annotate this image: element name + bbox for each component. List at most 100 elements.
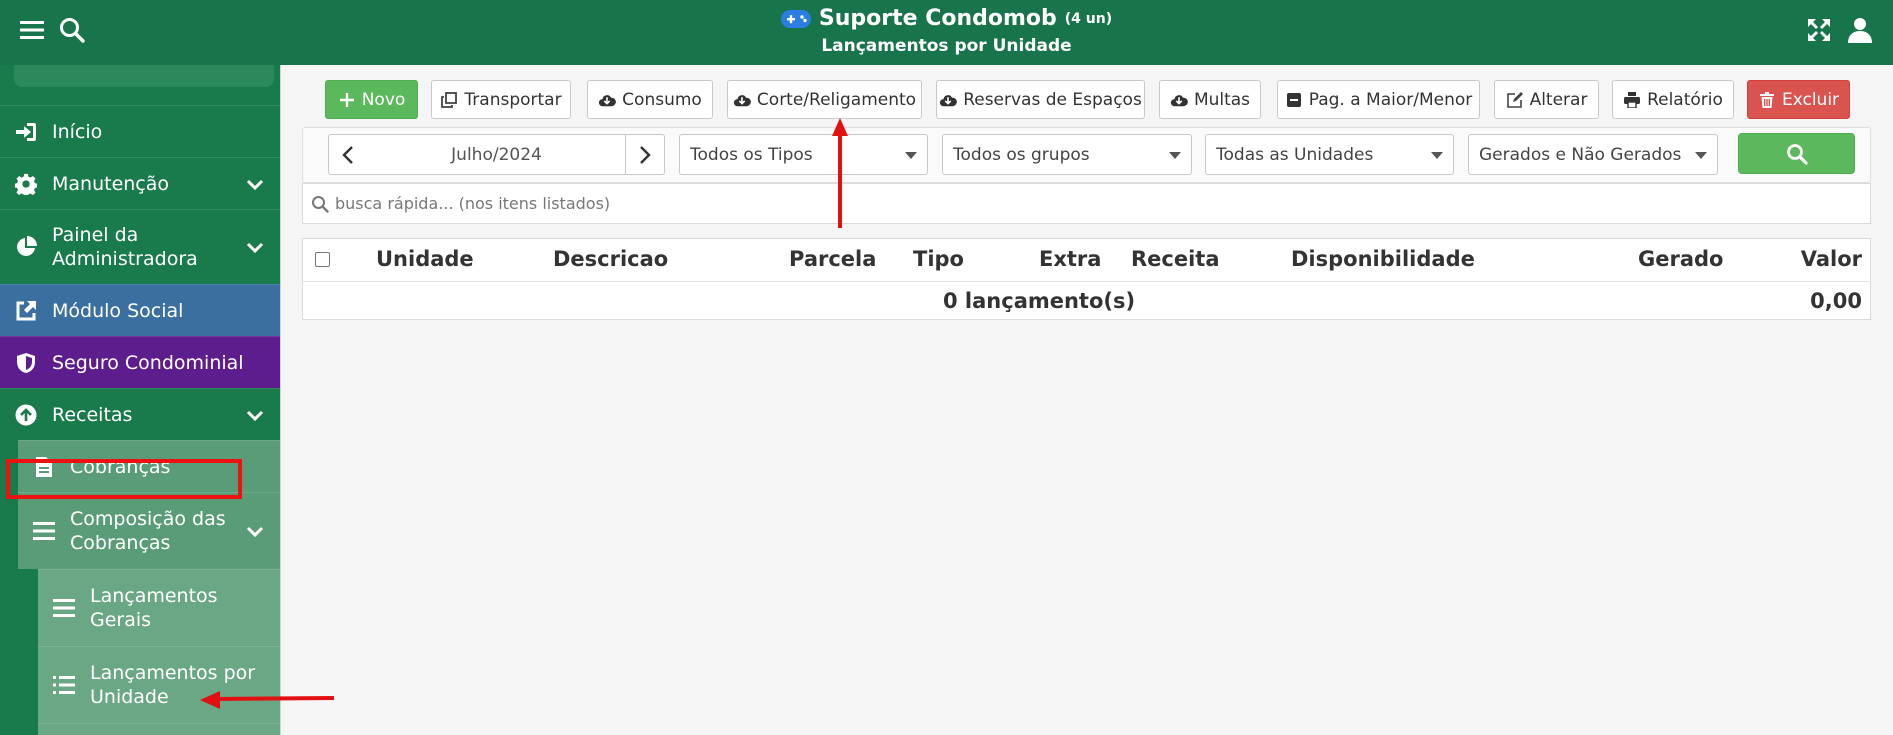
reservas-button[interactable]: Reservas de Espaços: [936, 80, 1145, 119]
arrow-up-circle-icon: [13, 402, 39, 428]
corte-religamento-label: Corte/Religamento: [756, 89, 917, 110]
novo-button[interactable]: Novo: [325, 80, 418, 119]
select-all-checkbox[interactable]: [315, 252, 330, 267]
unidades-select[interactable]: Todas as Unidades: [1205, 134, 1454, 175]
excluir-button[interactable]: Excluir: [1747, 80, 1850, 119]
pie-chart-icon: [13, 234, 39, 260]
sidebar-item-lancamentos-por-unidade[interactable]: Lançamentos por Unidade: [38, 646, 280, 723]
fullscreen-icon[interactable]: [1804, 15, 1834, 45]
caret-down-icon: [1695, 152, 1707, 159]
sidebar-item-cobrancas[interactable]: Cobranças: [18, 440, 280, 492]
column-header-extra[interactable]: Extra: [1039, 247, 1101, 271]
consumo-button[interactable]: Consumo: [587, 80, 713, 119]
sidebar-item-label: Início: [52, 120, 103, 143]
list-icon: [51, 672, 77, 698]
unit-count: (4 un): [1064, 10, 1113, 27]
search-icon: [311, 195, 329, 213]
footer-count: 0 lançamento(s): [943, 289, 1136, 313]
sidebar-item-label: Cobranças: [70, 455, 171, 478]
alterar-button[interactable]: Alterar: [1494, 80, 1599, 119]
column-header-tipo[interactable]: Tipo: [913, 247, 964, 271]
multas-label: Multas: [1193, 89, 1251, 110]
sidebar-item-composicao[interactable]: Composição das Cobranças: [18, 492, 280, 569]
bars-icon: [31, 518, 57, 544]
sidebar-item-modulo-social[interactable]: Módulo Social: [0, 284, 280, 336]
caret-down-icon: [1431, 152, 1443, 159]
consumo-label: Consumo: [622, 89, 702, 110]
corte-religamento-button[interactable]: Corte/Religamento: [727, 80, 922, 119]
edit-icon: [1506, 91, 1524, 109]
external-link-icon: [13, 298, 39, 324]
sidebar-item-label: Lançamentos por Unidade: [90, 662, 256, 708]
pag-maior-menor-button[interactable]: Pag. a Maior/Menor: [1277, 80, 1480, 119]
shield-icon: [13, 350, 39, 376]
cloud-download-icon: [1170, 91, 1188, 109]
minus-square-icon: [1285, 91, 1303, 109]
transportar-label: Transportar: [464, 89, 562, 110]
plus-icon: [338, 91, 356, 109]
quick-search-bar: [302, 183, 1871, 224]
period-label: Julho/2024: [451, 144, 542, 165]
page-title: Suporte Condomob: [818, 6, 1057, 31]
column-header-receita[interactable]: Receita: [1131, 247, 1220, 271]
pag-maior-menor-label: Pag. a Maior/Menor: [1308, 89, 1473, 110]
unidades-label: Todas as Unidades: [1216, 144, 1374, 165]
printer-icon: [1623, 91, 1641, 109]
chevron-left-icon: [342, 145, 354, 164]
column-header-valor[interactable]: Valor: [1801, 247, 1862, 271]
sidebar-item-label: Lançamentos Gerais: [90, 585, 218, 631]
cloud-download-icon: [939, 91, 958, 109]
chevron-down-icon: [245, 237, 265, 257]
column-header-unidade[interactable]: Unidade: [376, 247, 474, 271]
grupos-label: Todos os grupos: [953, 144, 1090, 165]
user-icon[interactable]: [1845, 15, 1875, 45]
grupos-select[interactable]: Todos os grupos: [942, 134, 1192, 175]
header-title-block: Suporte Condomob (4 un) Lançamentos por …: [0, 6, 1893, 56]
reservas-label: Reservas de Espaços: [963, 89, 1142, 110]
column-header-disponibilidade[interactable]: Disponibilidade: [1291, 247, 1475, 271]
sidebar-item-label: Painel da Administradora: [52, 224, 198, 270]
sidebar-item-receitas[interactable]: Receitas: [0, 388, 280, 440]
tipos-select[interactable]: Todos os Tipos: [679, 134, 928, 175]
lancamentos-table: Unidade Descricao Parcela Tipo Extra Rec…: [302, 238, 1871, 320]
top-bar: Suporte Condomob (4 un) Lançamentos por …: [0, 0, 1893, 65]
transportar-button[interactable]: Transportar: [431, 80, 571, 119]
sidebar-item-painel[interactable]: Painel da Administradora: [0, 209, 280, 284]
sidebar-item-label: Receitas: [52, 403, 133, 426]
relatorio-button[interactable]: Relatório: [1612, 80, 1734, 119]
chevron-down-icon: [245, 521, 265, 541]
prev-month-button[interactable]: [328, 134, 368, 175]
sidebar-item-more[interactable]: [38, 723, 280, 735]
bars-icon: [51, 595, 77, 621]
footer-total: 0,00: [1810, 289, 1862, 313]
sidebar-item-inicio[interactable]: Início: [0, 105, 280, 157]
sidebar-item-manutencao[interactable]: Manutenção: [0, 157, 280, 209]
cloud-download-icon: [733, 91, 751, 109]
column-header-gerado[interactable]: Gerado: [1638, 247, 1723, 271]
relatorio-label: Relatório: [1647, 89, 1723, 110]
file-icon: [31, 454, 57, 480]
multas-button[interactable]: Multas: [1159, 80, 1261, 119]
gerados-select[interactable]: Gerados e Não Gerados: [1468, 134, 1718, 175]
caret-down-icon: [905, 152, 917, 159]
sidebar-item-lancamentos-gerais[interactable]: Lançamentos Gerais: [38, 569, 280, 646]
gamepad-icon: [780, 9, 811, 28]
sidebar-item-label: Seguro Condominial: [52, 351, 244, 374]
gerados-label: Gerados e Não Gerados: [1479, 144, 1682, 165]
sidebar-item-seguro[interactable]: Seguro Condominial: [0, 336, 280, 388]
sign-in-icon: [13, 119, 39, 145]
trash-icon: [1758, 91, 1776, 109]
chevron-right-icon: [639, 145, 651, 164]
sidebar-top-panel: [14, 65, 274, 87]
tipos-label: Todos os Tipos: [690, 144, 813, 165]
next-month-button[interactable]: [625, 134, 665, 175]
column-header-descricao[interactable]: Descricao: [553, 247, 668, 271]
alterar-label: Alterar: [1529, 89, 1588, 110]
period-display: Julho/2024: [367, 134, 626, 175]
table-divider: [303, 281, 1870, 282]
cloud-download-icon: [598, 91, 617, 109]
search-button[interactable]: [1738, 133, 1855, 174]
quick-search-input[interactable]: [335, 194, 1035, 213]
column-header-parcela[interactable]: Parcela: [789, 247, 876, 271]
novo-label: Novo: [361, 89, 406, 110]
